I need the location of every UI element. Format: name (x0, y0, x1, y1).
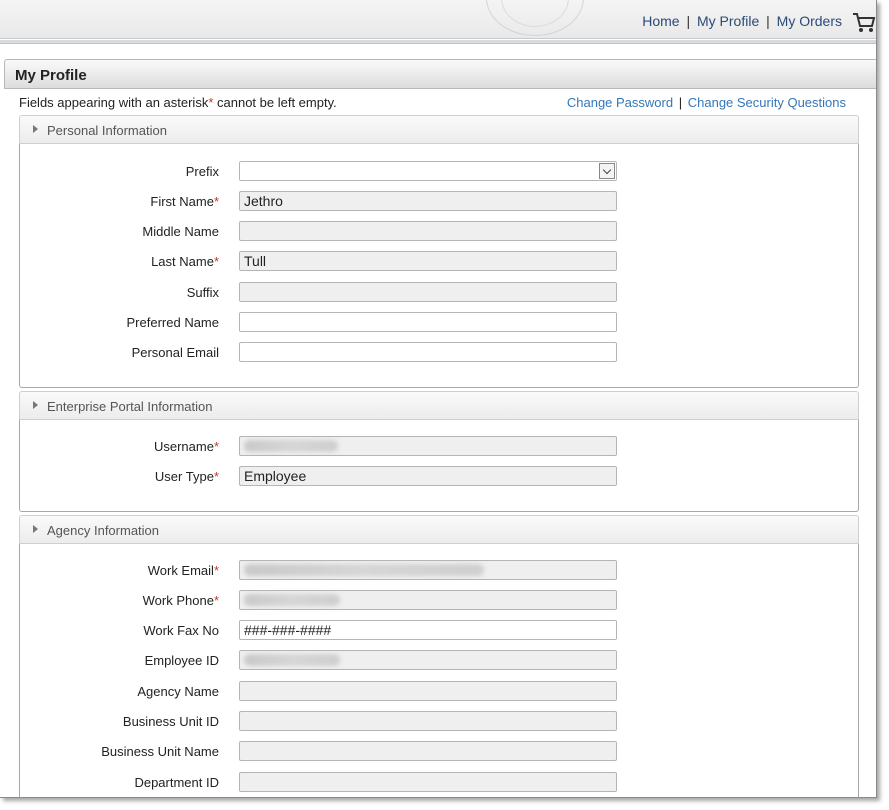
change-security-questions-link[interactable]: Change Security Questions (688, 95, 846, 110)
prefix-select[interactable] (239, 161, 617, 181)
triangle-right-icon (33, 125, 38, 133)
personal-email-input[interactable] (239, 342, 617, 362)
redacted-value (244, 564, 484, 576)
form-row-last-name: Last Name* Tull (20, 251, 840, 273)
form-row-preferred-name: Preferred Name (20, 312, 840, 334)
page-title-bar: My Profile (4, 59, 876, 89)
user-type-field[interactable]: Employee (239, 466, 617, 486)
suffix-field[interactable] (239, 282, 617, 302)
redacted-value (244, 654, 340, 666)
department-id-field[interactable] (239, 772, 617, 792)
section-header-agency[interactable]: Agency Information (19, 515, 859, 544)
nav-my-profile-link[interactable]: My Profile (697, 13, 759, 29)
business-unit-id-field[interactable] (239, 711, 617, 731)
nav-my-orders-link[interactable]: My Orders (777, 13, 842, 29)
form-row-middle-name: Middle Name (20, 221, 840, 243)
form-row-work-fax: Work Fax No ###-###-#### (20, 620, 840, 642)
section-body-personal: Prefix First Name* Jethro Middle Name La… (19, 144, 859, 388)
header-divider (0, 40, 876, 44)
last-name-field[interactable]: Tull (239, 251, 617, 271)
form-row-department-id: Department ID (20, 772, 840, 794)
form-row-employee-id: Employee ID (20, 650, 840, 672)
section-body-agency: Work Email* Work Phone* Work Fax No ###-… (19, 544, 859, 797)
triangle-right-icon (33, 401, 38, 409)
section-header-personal[interactable]: Personal Information (19, 115, 859, 144)
first-name-field[interactable]: Jethro (239, 191, 617, 211)
business-unit-name-field[interactable] (239, 741, 617, 761)
work-fax-input[interactable]: ###-###-#### (239, 620, 617, 640)
page-title: My Profile (15, 67, 87, 84)
form-row-username: Username* (20, 436, 840, 458)
form-row-business-unit-name: Business Unit Name (20, 741, 840, 763)
form-row-suffix: Suffix (20, 282, 840, 304)
agency-name-field[interactable] (239, 681, 617, 701)
username-field[interactable] (239, 436, 617, 456)
triangle-right-icon (33, 525, 38, 533)
middle-name-field[interactable] (239, 221, 617, 241)
top-nav: Home | My Profile | My Orders (642, 13, 842, 29)
work-phone-field[interactable] (239, 590, 617, 610)
account-links: Change Password | Change Security Questi… (566, 95, 846, 110)
shopping-cart-icon[interactable] (852, 12, 876, 34)
redacted-value (244, 594, 340, 606)
employee-id-field[interactable] (239, 650, 617, 670)
nav-home-link[interactable]: Home (642, 13, 679, 29)
form-row-first-name: First Name* Jethro (20, 191, 840, 213)
site-header: ★ Home | My Profile | My Orders (0, 0, 876, 39)
work-email-field[interactable] (239, 560, 617, 580)
form-row-business-unit-id: Business Unit ID (20, 711, 840, 733)
form-row-work-phone: Work Phone* (20, 590, 840, 612)
browser-window: ★ Home | My Profile | My Orders My Profi… (0, 0, 877, 798)
redacted-value (244, 440, 338, 452)
required-notice: Fields appearing with an asterisk* canno… (19, 95, 337, 110)
preferred-name-input[interactable] (239, 312, 617, 332)
form-row-prefix: Prefix (20, 161, 840, 183)
section-header-portal[interactable]: Enterprise Portal Information (19, 391, 859, 420)
change-password-link[interactable]: Change Password (567, 95, 673, 110)
chevron-down-icon[interactable] (599, 163, 615, 179)
form-row-agency-name: Agency Name (20, 681, 840, 703)
state-seal-logo: ★ (486, 0, 584, 36)
form-row-personal-email: Personal Email (20, 342, 840, 364)
form-row-work-email: Work Email* (20, 560, 840, 582)
form-row-user-type: User Type* Employee (20, 466, 840, 488)
section-body-portal: Username* User Type* Employee (19, 420, 859, 512)
